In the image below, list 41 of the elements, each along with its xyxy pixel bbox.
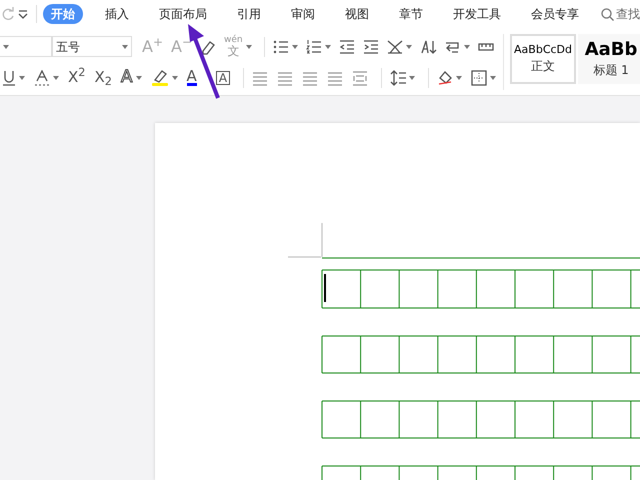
- text-layout-icon: [386, 38, 403, 54]
- numbered-list-icon: [306, 38, 322, 54]
- ribbon-tab[interactable]: 开发工具: [444, 4, 509, 24]
- search-button[interactable]: 查找: [600, 5, 640, 23]
- highlighter-icon: [150, 68, 169, 86]
- ribbon-tab[interactable]: 引用: [228, 4, 269, 24]
- ribbon-tab[interactable]: 审阅: [282, 4, 323, 24]
- ribbon-tab[interactable]: 会员专享: [522, 4, 587, 24]
- emphasis-mark-icon: [34, 70, 50, 86]
- align-icon: [277, 70, 294, 86]
- fontcolor-button[interactable]: A: [184, 66, 199, 88]
- text-button[interactable]: X$^{2}$: [66, 66, 88, 88]
- ribbon-tab[interactable]: 视图: [336, 4, 377, 24]
- ribbon-tab[interactable]: 页面布局: [150, 4, 215, 24]
- bullet-list-icon: [272, 38, 289, 54]
- font-size-field[interactable]: 五号: [52, 36, 132, 57]
- eraser-icon: [200, 38, 216, 54]
- indent-icon: [362, 38, 379, 54]
- align-icon: [302, 70, 318, 86]
- sort-icon: [420, 38, 437, 54]
- line-spacing-icon: [390, 70, 406, 86]
- crop-mark-drawing: [288, 222, 322, 258]
- search-icon: [600, 8, 614, 20]
- align-icon: [252, 70, 268, 86]
- text-button[interactable]: X$_{2}$: [92, 66, 114, 88]
- outdent-icon: [338, 38, 355, 54]
- align-icon: [327, 70, 344, 86]
- distribute-icon: [352, 70, 368, 86]
- paint-bucket-icon: [437, 70, 454, 86]
- font-name-field[interactable]: [0, 36, 52, 57]
- table-border-icon: [471, 70, 488, 86]
- caret-icon: [122, 44, 128, 48]
- underline-icon: [2, 70, 16, 86]
- ribbon-tab[interactable]: 章节: [390, 4, 431, 24]
- caret-icon: [3, 44, 9, 48]
- dropdown-icon: [18, 10, 28, 18]
- text-cursor: [324, 274, 326, 302]
- ribbon-tab[interactable]: 插入: [96, 4, 137, 24]
- style-preset[interactable]: AaBbCcDd 正文: [510, 34, 576, 84]
- effect-button[interactable]: A: [118, 66, 144, 88]
- style-preset[interactable]: AaBb 标题 1: [578, 34, 640, 84]
